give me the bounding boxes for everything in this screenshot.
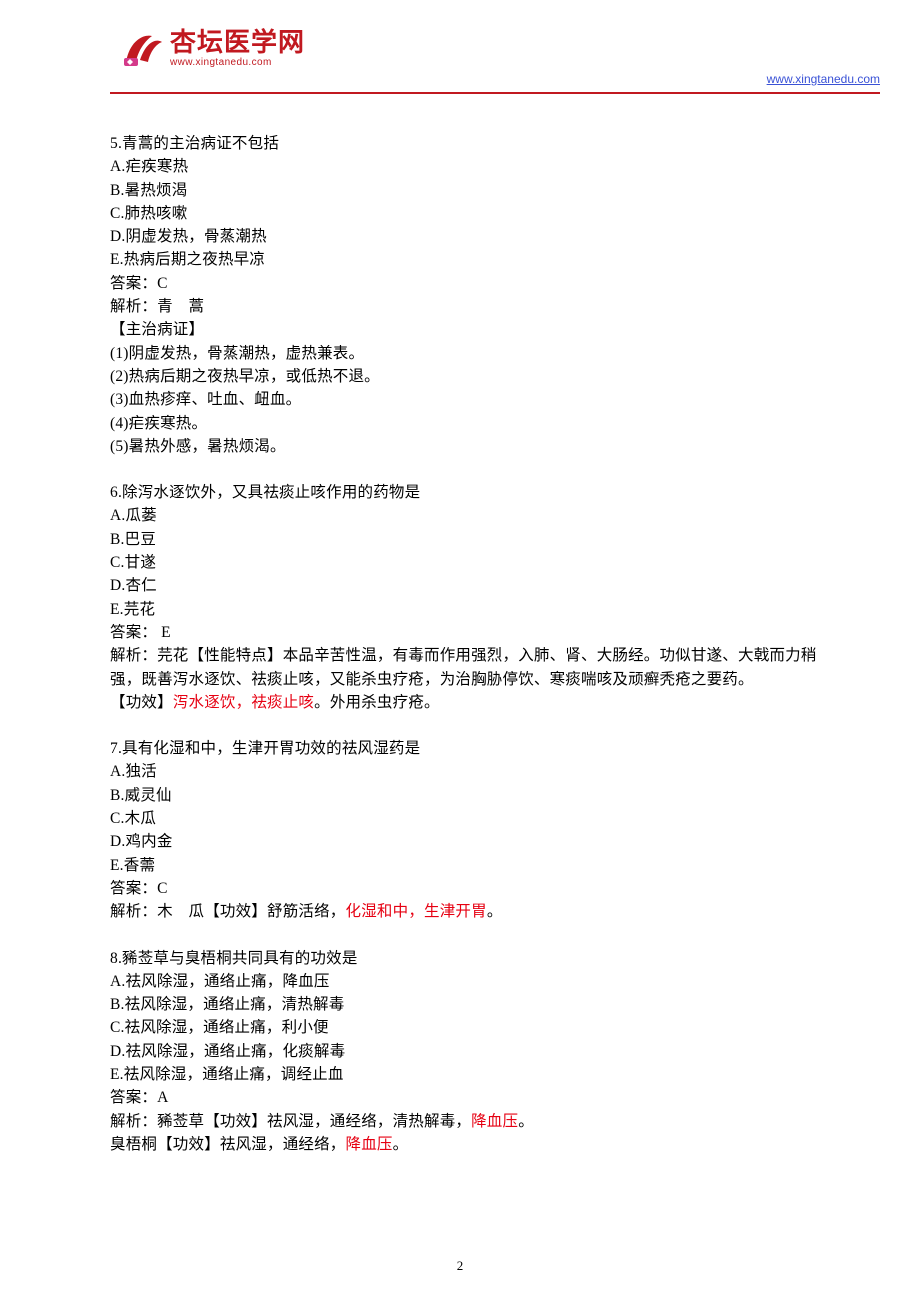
question-8: 8.豨莶草与臭梧桐共同具有的功效是 A.祛风除湿，通络止痛，降血压 B.祛风除湿… — [110, 947, 840, 1157]
q6-analysis-2: 【功效】泻水逐饮，祛痰止咳。外用杀虫疗疮。 — [110, 691, 840, 714]
q7-jxb: 化湿和中，生津开胃 — [346, 903, 487, 920]
q6-jx2b: 泻水逐饮，祛痰止咳 — [173, 694, 314, 711]
q7-option-c: C.木瓜 — [110, 807, 840, 830]
q8-jx2c: 。 — [393, 1136, 409, 1153]
q7-option-d: D.鸡内金 — [110, 830, 840, 853]
q6-option-a: A.瓜蒌 — [110, 504, 840, 527]
page: 杏坛医学网 www.xingtanedu.com www.xingtanedu.… — [0, 0, 920, 1302]
q5-analysis-2: 【主治病证】 — [110, 318, 840, 341]
q5-option-d: D.阴虚发热，骨蒸潮热 — [110, 225, 840, 248]
q7-stem: 7.具有化湿和中，生津开胃功效的祛风湿药是 — [110, 737, 840, 760]
logo-text: 杏坛医学网 www.xingtanedu.com — [170, 30, 305, 68]
q8-analysis-2: 臭梧桐【功效】祛风湿，通经络，降血压。 — [110, 1133, 840, 1156]
q5-analysis-6: (4)疟疾寒热。 — [110, 412, 840, 435]
q5-option-a: A.疟疾寒热 — [110, 155, 840, 178]
q6-answer: 答案： E — [110, 621, 840, 644]
question-6: 6.除泻水逐饮外，又具祛痰止咳作用的药物是 A.瓜蒌 B.巴豆 C.甘遂 D.杏… — [110, 481, 840, 714]
q5-analysis-4: (2)热病后期之夜热早凉，或低热不退。 — [110, 365, 840, 388]
q5-option-e: E.热病后期之夜热早凉 — [110, 248, 840, 271]
q8-stem: 8.豨莶草与臭梧桐共同具有的功效是 — [110, 947, 840, 970]
page-header: 杏坛医学网 www.xingtanedu.com www.xingtanedu.… — [110, 30, 840, 86]
q7-analysis: 解析：木 瓜【功效】舒筋活络，化湿和中，生津开胃。 — [110, 900, 840, 923]
logo-mark-icon — [122, 28, 166, 68]
q5-analysis-5: (3)血热疹痒、吐血、衄血。 — [110, 388, 840, 411]
q8-option-c: C.祛风除湿，通络止痛，利小便 — [110, 1016, 840, 1039]
q7-jxa: 解析：木 瓜【功效】舒筋活络， — [110, 903, 346, 920]
question-5: 5.青蒿的主治病证不包括 A.疟疾寒热 B.暑热烦渴 C.肺热咳嗽 D.阴虚发热… — [110, 132, 840, 458]
question-7: 7.具有化湿和中，生津开胃功效的祛风湿药是 A.独活 B.威灵仙 C.木瓜 D.… — [110, 737, 840, 923]
q6-option-b: B.巴豆 — [110, 528, 840, 551]
q5-option-c: C.肺热咳嗽 — [110, 202, 840, 225]
q8-jx2b: 降血压 — [346, 1136, 393, 1153]
q8-answer: 答案：A — [110, 1086, 840, 1109]
header-divider — [110, 92, 880, 94]
header-link[interactable]: www.xingtanedu.com — [767, 72, 880, 86]
q6-jx2a: 【功效】 — [110, 694, 173, 711]
q5-answer: 答案：C — [110, 272, 840, 295]
q8-analysis-1: 解析：豨莶草【功效】祛风湿，通经络，清热解毒，降血压。 — [110, 1110, 840, 1133]
site-logo: 杏坛医学网 www.xingtanedu.com — [122, 28, 305, 68]
q8-option-a: A.祛风除湿，通络止痛，降血压 — [110, 970, 840, 993]
q7-jxc: 。 — [487, 903, 503, 920]
logo-url: www.xingtanedu.com — [170, 58, 305, 68]
q7-option-a: A.独活 — [110, 760, 840, 783]
logo-chinese: 杏坛医学网 — [170, 30, 305, 56]
q8-jx1c: 。 — [518, 1113, 534, 1130]
q8-option-e: E.祛风除湿，通络止痛，调经止血 — [110, 1063, 840, 1086]
q7-answer: 答案：C — [110, 877, 840, 900]
q8-jx2a: 臭梧桐【功效】祛风湿，通经络， — [110, 1136, 346, 1153]
q6-option-c: C.甘遂 — [110, 551, 840, 574]
q5-stem: 5.青蒿的主治病证不包括 — [110, 132, 840, 155]
q7-option-e: E.香薷 — [110, 854, 840, 877]
q7-option-b: B.威灵仙 — [110, 784, 840, 807]
q5-option-b: B.暑热烦渴 — [110, 179, 840, 202]
document-body: 5.青蒿的主治病证不包括 A.疟疾寒热 B.暑热烦渴 C.肺热咳嗽 D.阴虚发热… — [110, 132, 840, 1156]
q6-option-e: E.芫花 — [110, 598, 840, 621]
q6-analysis-1: 解析：芫花【性能特点】本品辛苦性温，有毒而作用强烈，入肺、肾、大肠经。功似甘遂、… — [110, 644, 840, 691]
q8-jx1a: 解析：豨莶草【功效】祛风湿，通经络，清热解毒， — [110, 1113, 471, 1130]
q8-jx1b: 降血压 — [471, 1113, 518, 1130]
page-number: 2 — [0, 1258, 920, 1274]
q6-option-d: D.杏仁 — [110, 574, 840, 597]
q8-option-b: B.祛风除湿，通络止痛，清热解毒 — [110, 993, 840, 1016]
q6-jx2c: 。外用杀虫疗疮。 — [314, 694, 440, 711]
q6-stem: 6.除泻水逐饮外，又具祛痰止咳作用的药物是 — [110, 481, 840, 504]
q5-analysis-3: (1)阴虚发热，骨蒸潮热，虚热兼表。 — [110, 342, 840, 365]
q5-analysis-1: 解析：青 蒿 — [110, 295, 840, 318]
q8-option-d: D.祛风除湿，通络止痛，化痰解毒 — [110, 1040, 840, 1063]
q5-analysis-7: (5)暑热外感，暑热烦渴。 — [110, 435, 840, 458]
